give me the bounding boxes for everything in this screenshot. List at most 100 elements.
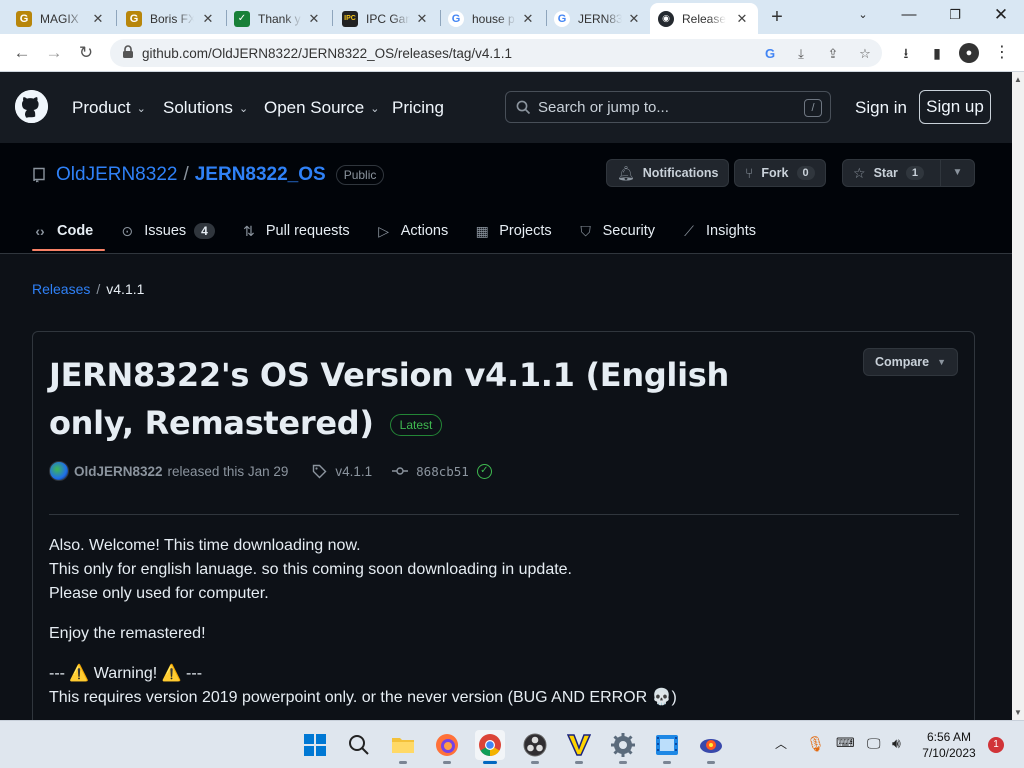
browser-tab[interactable]: G house p ✕ — [440, 3, 544, 34]
borisfx-g-icon: G — [126, 10, 142, 27]
tag-link[interactable]: v4.1.1 — [312, 464, 372, 479]
lock-icon — [123, 45, 133, 58]
repo-path: OldJERN8322 / JERN8322_OS Public — [56, 164, 385, 186]
reload-button[interactable]: ↻ — [74, 41, 98, 65]
bookmark-star-icon[interactable]: ☆ — [857, 46, 873, 62]
fork-icon: ⑂ — [745, 165, 754, 181]
new-tab-button[interactable]: + — [766, 6, 788, 28]
release-meta: OldJERN8322 released this Jan 29 v4.1.1 … — [49, 461, 492, 481]
repo-name-link[interactable]: JERN8322_OS — [195, 164, 326, 186]
browser-tab[interactable]: G Boris FX ✕ — [118, 3, 224, 34]
volume-icon[interactable]: 🔊︎ — [892, 735, 901, 752]
notification-badge[interactable]: 1 — [988, 737, 1004, 753]
scroll-up-icon[interactable]: ▲ — [1014, 75, 1022, 84]
star-button[interactable]: ☆ Star 1 — [842, 159, 941, 187]
compare-button[interactable]: Compare ▼ — [863, 348, 958, 376]
star-dropdown-button[interactable]: ▼ — [940, 159, 975, 187]
latest-badge: Latest — [389, 414, 443, 436]
chrome-icon — [479, 734, 501, 756]
google-icon: G — [448, 10, 464, 27]
minimize-button[interactable]: — — [886, 0, 932, 30]
browser-tab[interactable]: IPC IPC Gam ✕ — [334, 3, 438, 34]
tab-search-icon[interactable]: ⌄ — [840, 0, 886, 30]
system-clock[interactable]: 6:56 AM 7/10/2023 — [915, 729, 983, 761]
firefox-button[interactable] — [432, 730, 462, 764]
firefox-icon — [436, 734, 458, 756]
search-input[interactable]: Search or jump to... / — [505, 91, 831, 123]
file-explorer-button[interactable] — [388, 730, 418, 764]
media-app-button[interactable] — [696, 730, 726, 764]
side-panel-icon[interactable]: ▮ — [927, 43, 947, 63]
browser-menu-icon[interactable]: ⋮ — [992, 43, 1012, 63]
browser-tab[interactable]: G JERN83 ✕ — [546, 3, 650, 34]
shield-icon: ⛉ — [580, 222, 591, 239]
restore-button[interactable]: ❐ — [932, 0, 978, 30]
gear-icon — [611, 733, 635, 757]
video-editor-button[interactable] — [652, 730, 682, 764]
breadcrumb-releases-link[interactable]: Releases — [32, 281, 90, 297]
downloads-icon[interactable]: ⭳ — [896, 43, 916, 63]
fork-button[interactable]: ⑂ Fork 0 — [734, 159, 826, 187]
nav-pricing[interactable]: Pricing — [392, 98, 444, 118]
released-date: released this Jan 29 — [167, 463, 289, 479]
notifications-button[interactable]: 🔔︎ Notifications — [606, 159, 730, 187]
google-lens-icon[interactable]: G — [762, 46, 778, 62]
pull-request-icon: ⇅ — [242, 222, 255, 239]
install-app-icon[interactable]: ⤓ — [793, 46, 809, 62]
close-tab-icon[interactable]: ✕ — [734, 11, 750, 27]
close-tab-icon[interactable]: ✕ — [626, 11, 642, 27]
start-button[interactable] — [300, 730, 330, 760]
browser-tab-active[interactable]: ◉ Release ✕ — [650, 3, 758, 34]
scroll-down-icon[interactable]: ▼ — [1014, 708, 1022, 717]
browser-tab[interactable]: ✓ Thank y ✕ — [226, 3, 330, 34]
nav-product[interactable]: Product ⌄ — [72, 98, 146, 118]
address-bar[interactable]: github.com/OldJERN8322/JERN8322_OS/relea… — [110, 39, 882, 67]
author-link[interactable]: OldJERN8322 — [74, 464, 163, 479]
tab-code[interactable]: ‹› Code — [32, 217, 93, 245]
browser-tab[interactable]: G MAGIX ✕ — [8, 3, 114, 34]
vegas-button[interactable] — [564, 730, 594, 764]
profile-avatar-icon[interactable]: ● — [959, 43, 979, 63]
obs-button[interactable] — [520, 730, 550, 764]
tab-security[interactable]: ⛉ Security — [578, 217, 655, 245]
tab-issues[interactable]: ⊙ Issues 4 — [119, 217, 215, 245]
show-hidden-icons-button[interactable]: ︿ — [775, 735, 787, 752]
repo-owner-link[interactable]: OldJERN8322 — [56, 164, 177, 186]
back-button[interactable]: ← — [10, 41, 34, 65]
play-icon: ▷ — [378, 222, 390, 239]
chrome-button[interactable] — [475, 730, 505, 764]
tab-insights[interactable]: ⟋ Insights — [681, 217, 756, 245]
verified-check-icon[interactable]: ✓ — [476, 463, 492, 479]
windows-taskbar: ︿ 🎙︎ ⌨ 🖵 🔊︎ 6:56 AM 7/10/2023 1 — [0, 720, 1024, 768]
caret-down-icon: ▼ — [937, 357, 947, 367]
close-tab-icon[interactable]: ✕ — [414, 11, 430, 27]
tab-projects[interactable]: ▦ Projects — [474, 217, 552, 245]
github-logo-icon[interactable] — [15, 90, 48, 123]
share-icon[interactable]: ⇪ — [825, 46, 841, 62]
microphone-icon[interactable]: 🎙︎ — [806, 735, 825, 753]
sign-in-link[interactable]: Sign in — [855, 98, 907, 118]
settings-button[interactable] — [608, 730, 638, 764]
tab-pull-requests[interactable]: ⇅ Pull requests — [241, 217, 350, 245]
nav-open-source[interactable]: Open Source ⌄ — [264, 98, 379, 118]
tag-icon — [313, 464, 327, 478]
close-tab-icon[interactable]: ✕ — [306, 11, 322, 27]
repo-tabs: ‹› Code ⊙ Issues 4 ⇅ Pull requests ▷ Actions… — [32, 217, 782, 254]
nav-solutions[interactable]: Solutions ⌄ — [163, 98, 248, 118]
network-icon[interactable]: 🖵 — [867, 735, 881, 752]
page-scrollbar[interactable]: ▲ ▼ — [1012, 72, 1024, 720]
avatar[interactable] — [49, 461, 69, 481]
commit-link[interactable]: 868cb51 — [392, 464, 469, 479]
close-tab-icon[interactable]: ✕ — [200, 11, 216, 27]
forward-button[interactable]: → — [42, 41, 66, 65]
windows-logo-icon — [304, 734, 326, 756]
keyboard-icon[interactable]: ⌨ — [836, 735, 855, 751]
sheets-icon: ✓ — [234, 10, 250, 27]
code-icon: ‹› — [35, 223, 45, 239]
close-tab-icon[interactable]: ✕ — [520, 11, 536, 27]
close-window-button[interactable]: ✕ — [978, 0, 1024, 30]
tab-actions[interactable]: ▷ Actions — [376, 217, 448, 245]
close-tab-icon[interactable]: ✕ — [90, 11, 106, 27]
taskbar-search-button[interactable] — [344, 730, 374, 760]
sign-up-button[interactable]: Sign up — [919, 90, 991, 124]
